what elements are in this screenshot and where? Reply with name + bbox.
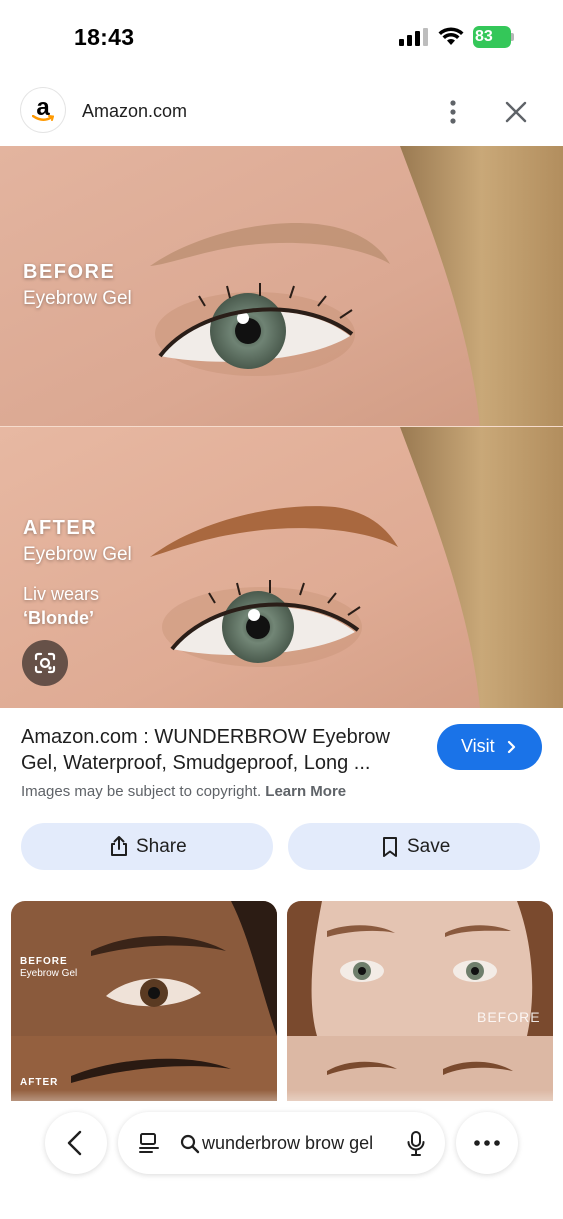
lens-icon	[34, 652, 56, 674]
chevron-right-icon	[507, 740, 516, 754]
after-panel: AFTER Eyebrow Gel Liv wears ‘Blonde’	[0, 427, 563, 708]
before-panel: BEFORE Eyebrow Gel	[0, 146, 563, 427]
share-icon	[111, 836, 127, 856]
after-sublabel: Eyebrow Gel	[23, 544, 132, 565]
smile-icon	[32, 115, 54, 121]
battery-tip	[511, 33, 514, 41]
visit-label: Visit	[461, 736, 495, 756]
site-name[interactable]: Amazon.com	[82, 101, 187, 122]
wifi-icon	[438, 27, 464, 45]
related-1-sub: Eyebrow Gel	[20, 968, 78, 979]
lens-button[interactable]	[22, 640, 68, 686]
tabs-icon[interactable]	[138, 1132, 160, 1154]
related-image-1[interactable]: BEFORE Eyebrow Gel AFTER	[11, 901, 277, 1101]
search-icon	[180, 1134, 200, 1154]
search-query[interactable]: wunderbrow brow gel	[202, 1133, 373, 1154]
signal-icon	[399, 28, 428, 46]
more-vert-icon	[450, 100, 456, 124]
main-product-image[interactable]: BEFORE Eyebrow Gel AFTER Eyebrow Gel Liv…	[0, 146, 563, 708]
share-label: Share	[136, 836, 187, 857]
save-label: Save	[407, 836, 451, 857]
related-thumb-2-photo	[287, 901, 553, 1101]
status-bar: 18:43 83	[0, 0, 563, 76]
amazon-logo[interactable]: a	[21, 88, 65, 132]
save-button[interactable]: Save	[288, 823, 540, 870]
battery-indicator: 83	[473, 26, 511, 48]
share-button[interactable]: Share	[21, 823, 273, 870]
back-arrow-icon	[67, 1130, 82, 1156]
more-button[interactable]	[456, 1112, 518, 1174]
search-bar[interactable]: wunderbrow brow gel	[118, 1112, 445, 1174]
learn-more-link[interactable]: Learn More	[265, 783, 346, 800]
related-1-after: AFTER	[20, 1077, 59, 1088]
close-icon	[505, 101, 527, 123]
before-label: BEFORE	[23, 261, 116, 283]
result-title[interactable]: Amazon.com : WUNDERBROW Eyebrow Gel, Wat…	[21, 724, 421, 776]
back-button[interactable]	[45, 1112, 107, 1174]
bookmark-icon	[383, 837, 397, 857]
status-time: 18:43	[74, 24, 135, 50]
mic-icon[interactable]	[407, 1131, 425, 1157]
related-image-2[interactable]: BEFORE	[287, 901, 553, 1101]
after-label: AFTER	[23, 517, 98, 539]
related-thumb-1-photo	[11, 901, 277, 1101]
after-eye-photo	[0, 427, 563, 708]
related-1-before: BEFORE	[20, 956, 68, 967]
visit-button[interactable]: Visit	[437, 724, 542, 770]
viewer-header: a Amazon.com	[0, 84, 563, 140]
before-eye-photo	[0, 146, 563, 427]
copyright-notice: Images may be subject to copyright. Lear…	[21, 783, 346, 800]
shade-line-2: ‘Blonde’	[23, 608, 94, 628]
copyright-text: Images may be subject to copyright.	[21, 783, 262, 800]
before-sublabel: Eyebrow Gel	[23, 288, 132, 309]
related-2-watermark: BEFORE	[477, 1009, 541, 1025]
more-options-button[interactable]	[437, 94, 469, 130]
shade-line-1: Liv wears	[23, 584, 100, 604]
more-horiz-icon	[474, 1140, 500, 1146]
close-button[interactable]	[500, 94, 532, 130]
